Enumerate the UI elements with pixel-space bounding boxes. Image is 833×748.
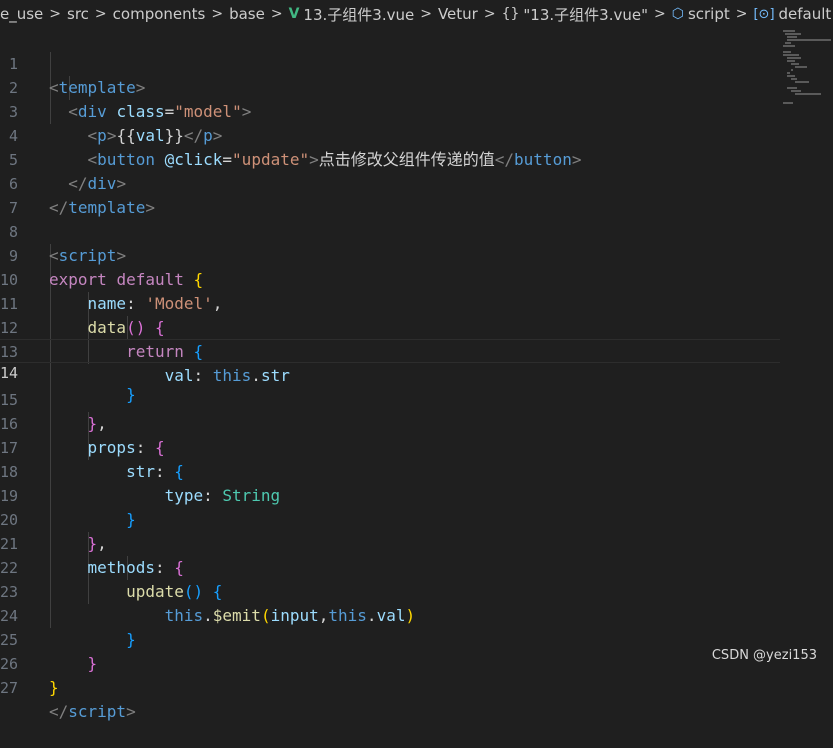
minimap-line — [787, 87, 797, 89]
chevron-right-icon: > — [94, 6, 107, 22]
minimap-line — [791, 69, 793, 71]
code-line[interactable]: 16 props: { — [0, 388, 780, 457]
code-line[interactable]: 15 }, — [0, 364, 780, 433]
code-line[interactable]: 18 type: String — [0, 436, 780, 505]
code-line[interactable]: 13 val: this.str — [0, 316, 780, 385]
code-line[interactable]: 4 <button @click="update">点击修改父组件传递的值</b… — [0, 100, 780, 169]
minimap-line — [787, 60, 795, 62]
code-line[interactable]: 11 data() { — [0, 268, 780, 337]
code-line[interactable]: 2 <div class="model"> — [0, 52, 780, 121]
code-line[interactable]: 1 <template> — [0, 28, 780, 97]
watermark: CSDN @yezi153 — [711, 648, 817, 663]
code-line[interactable]: 22 update() { — [0, 532, 780, 601]
breadcrumb-script[interactable]: script — [688, 5, 730, 23]
breadcrumb-item[interactable]: e_use — [0, 5, 43, 23]
cube-icon: ⬡ — [671, 6, 684, 22]
minimap-line — [783, 54, 799, 56]
code-line[interactable]: 24 } — [0, 580, 780, 649]
chevron-right-icon: > — [735, 6, 748, 22]
code-text: } — [49, 678, 59, 697]
minimap-line — [795, 66, 807, 68]
code-line[interactable]: 7 — [0, 172, 780, 217]
minimap-line — [783, 102, 793, 104]
chevron-right-icon: > — [483, 6, 496, 22]
breadcrumb-default[interactable]: default — [779, 5, 832, 23]
minimap-line — [787, 75, 795, 77]
code-line[interactable]: 9 export default { — [0, 220, 780, 289]
code-line[interactable]: 10 name: 'Model', — [0, 244, 780, 313]
namespace-icon: [⊙] — [753, 6, 775, 22]
breadcrumb: e_use > src > components > base > V 13.子… — [0, 0, 833, 28]
code-line[interactable]: 23 this.$emit(input,this.val) — [0, 556, 780, 625]
line-number: 27 — [0, 679, 19, 697]
minimap-line — [795, 93, 821, 95]
code-line[interactable]: 17 str: { — [0, 412, 780, 481]
minimap-line — [787, 36, 797, 38]
chevron-right-icon: > — [270, 6, 283, 22]
breadcrumb-item[interactable]: base — [229, 5, 265, 23]
minimap-line — [783, 51, 791, 53]
code-line[interactable]: 8 <script> — [0, 196, 780, 265]
code-line[interactable]: 26 } — [0, 628, 780, 697]
code-line[interactable]: 3 <p>{{val}}</p> — [0, 76, 780, 145]
code-line[interactable]: 5 </div> — [0, 124, 780, 193]
minimap-line — [787, 39, 831, 41]
breadcrumb-item[interactable]: components — [113, 5, 206, 23]
code-line[interactable]: 19 } — [0, 460, 780, 529]
code-line-current[interactable]: 14 } — [0, 339, 780, 404]
minimap-line — [795, 81, 809, 83]
chevron-right-icon: > — [420, 6, 432, 22]
code-line[interactable]: 27 </script> — [0, 652, 780, 721]
code-line[interactable]: 21 methods: { — [0, 508, 780, 577]
minimap-line — [785, 42, 791, 44]
breadcrumb-file[interactable]: 13.子组件3.vue — [303, 4, 414, 25]
code-line[interactable]: 6 </template> — [0, 148, 780, 217]
chevron-right-icon: > — [49, 6, 62, 22]
code-text: </script> — [49, 702, 136, 721]
minimap-line — [791, 63, 799, 65]
minimap-line — [791, 78, 797, 80]
minimap-line — [787, 72, 790, 74]
minimap-line — [787, 57, 801, 59]
code-editor[interactable]: 1 <template> 2 <div class="model"> 3 <p>… — [0, 28, 833, 721]
breadcrumb-vetur[interactable]: Vetur — [438, 5, 478, 23]
code-line[interactable]: 12 return { — [0, 292, 780, 361]
breadcrumb-item[interactable]: src — [67, 5, 89, 23]
chevron-right-icon: > — [653, 6, 666, 22]
chevron-right-icon: > — [211, 6, 224, 22]
code-line[interactable]: 20 }, — [0, 484, 780, 553]
braces-icon: {} — [501, 6, 520, 22]
minimap-line — [783, 45, 795, 47]
minimap-line — [785, 33, 801, 35]
minimap-line — [783, 30, 795, 32]
vue-file-icon: V — [288, 6, 300, 22]
minimap[interactable] — [781, 28, 833, 108]
breadcrumb-object[interactable]: "13.子组件3.vue" — [523, 4, 648, 25]
minimap-line — [791, 90, 801, 92]
code-line[interactable]: 25 } — [0, 604, 780, 673]
